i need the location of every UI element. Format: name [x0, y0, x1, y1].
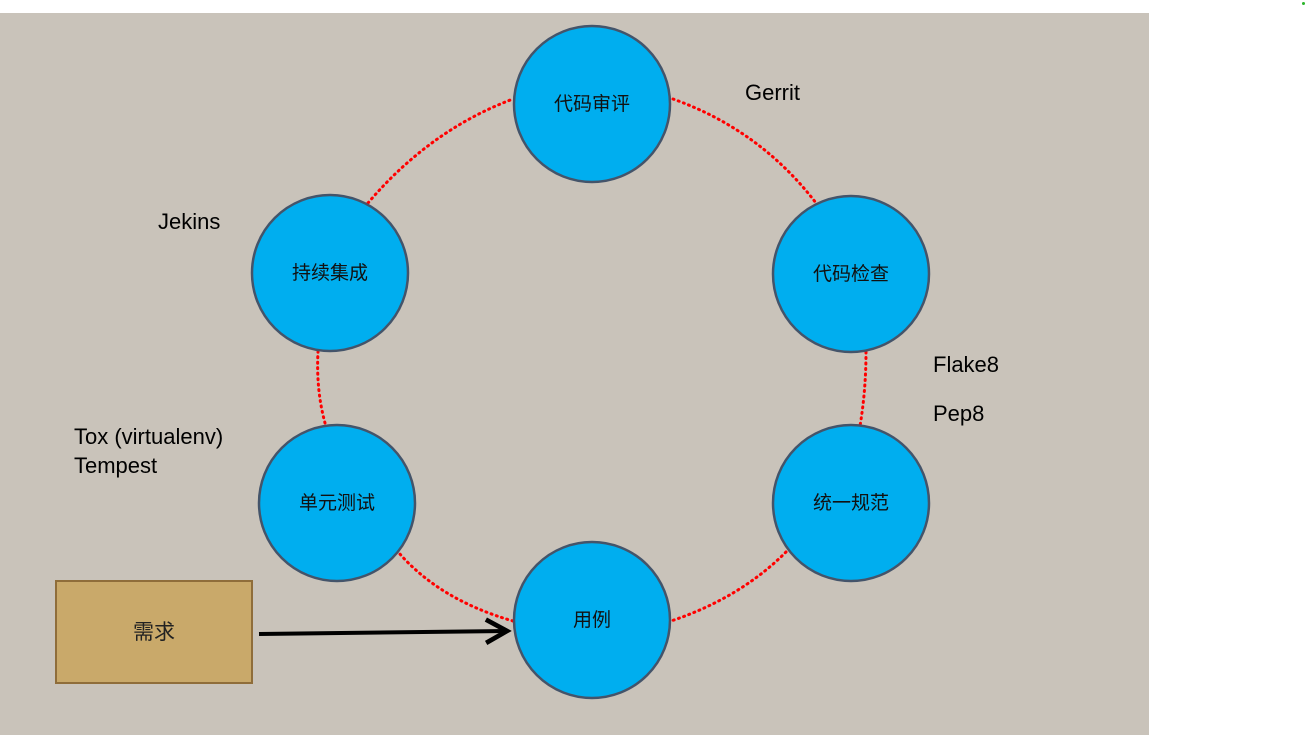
- tool-flake8: Flake8: [933, 352, 999, 377]
- node-use-case-label: 用例: [573, 609, 611, 631]
- node-unit-test-label: 单元测试: [299, 492, 375, 514]
- node-unified-spec: 统一规范: [771, 423, 931, 583]
- node-code-review-label: 代码审评: [554, 93, 630, 115]
- requirement-box: 需求: [55, 580, 253, 684]
- node-continuous-integration-label: 持续集成: [292, 262, 368, 284]
- cycle-diagram: 代码审评 代码检查 统一规范 用例 单元测试 持续集成 Gerrit Jekin…: [55, 24, 999, 700]
- node-code-review: 代码审评: [512, 24, 672, 184]
- tool-tox: Tox (virtualenv): [74, 424, 223, 449]
- connector-review-to-check: [671, 97, 818, 205]
- tool-pep8: Pep8: [933, 401, 984, 426]
- node-code-check-label: 代码检查: [813, 263, 889, 285]
- requirement-arrow: [258, 631, 507, 634]
- node-use-case: 用例: [512, 540, 672, 700]
- node-continuous-integration: 持续集成: [250, 193, 410, 353]
- connector-ci-to-review: [366, 97, 515, 205]
- corner-dot: [1302, 2, 1305, 5]
- tool-gerrit: Gerrit: [745, 80, 800, 105]
- node-unit-test: 单元测试: [257, 423, 417, 583]
- connector-usecase-to-unittest: [397, 551, 515, 623]
- connector-unittest-to-ci: [316, 350, 327, 425]
- node-unified-spec-label: 统一规范: [813, 492, 889, 514]
- connector-spec-to-usecase: [669, 550, 788, 623]
- requirement-label: 需求: [133, 620, 175, 644]
- connector-check-to-spec: [858, 350, 868, 428]
- tool-jekins: Jekins: [158, 209, 220, 234]
- node-code-check: 代码检查: [771, 194, 931, 354]
- tool-tempest: Tempest: [74, 453, 157, 478]
